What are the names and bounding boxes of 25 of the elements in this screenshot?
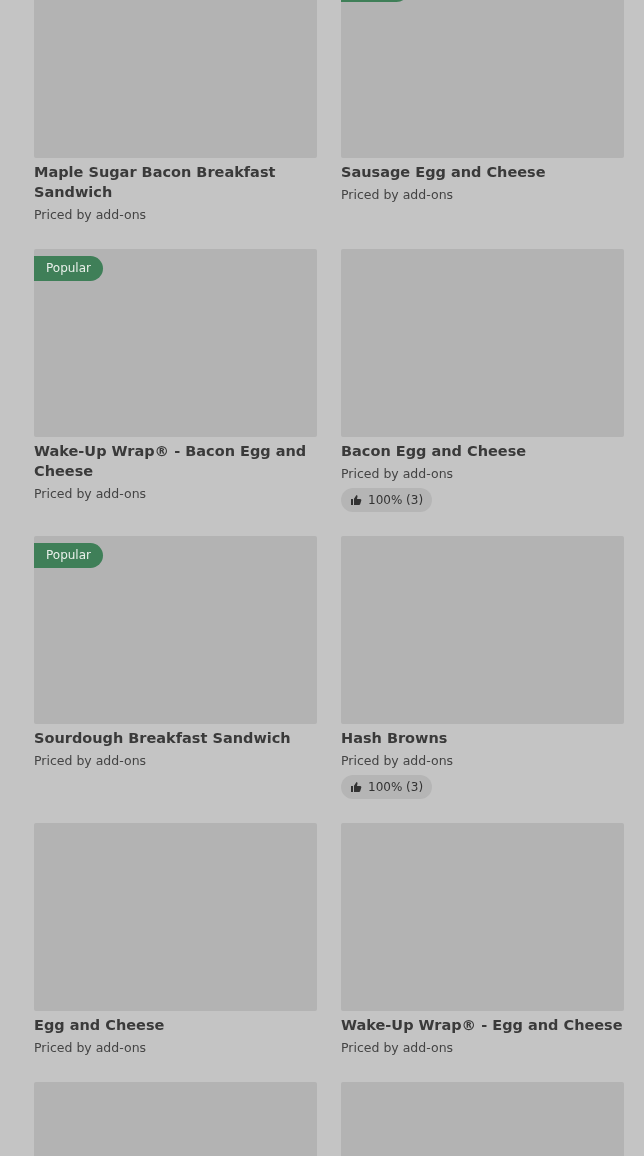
popular-badge: Popular xyxy=(34,256,103,281)
item-price: Priced by add-ons xyxy=(341,752,455,770)
image-placeholder[interactable] xyxy=(34,249,317,437)
item-price: Priced by add-ons xyxy=(341,186,455,204)
popular-badge: Popular xyxy=(34,543,103,568)
image-placeholder[interactable] xyxy=(34,536,317,724)
thumbs-up-icon xyxy=(350,494,362,506)
item-title[interactable]: Wake-Up Wrap® - Bacon Egg and Cheese xyxy=(34,441,317,481)
item-title[interactable]: Wake-Up Wrap® - Egg and Cheese xyxy=(341,1015,624,1035)
item-price: Priced by add-ons xyxy=(341,465,455,483)
item-title[interactable]: Egg and Cheese xyxy=(34,1015,317,1035)
item-title[interactable]: Hash Browns xyxy=(341,728,624,748)
item-price: Priced by add-ons xyxy=(34,752,148,770)
item-price: Priced by add-ons xyxy=(341,1039,455,1057)
thumbs-up-icon xyxy=(350,781,362,793)
item-title[interactable]: Sausage Egg and Cheese xyxy=(341,162,624,182)
image-placeholder[interactable] xyxy=(341,0,624,158)
item-title[interactable]: Sourdough Breakfast Sandwich xyxy=(34,728,317,748)
rating-badge: 100% (3) xyxy=(341,775,433,799)
item-title[interactable]: Maple Sugar Bacon Breakfast Sandwich xyxy=(34,162,317,202)
rating-badge: 100% (3) xyxy=(341,488,433,512)
item-price: Priced by add-ons xyxy=(34,1039,148,1057)
item-title[interactable]: Bacon Egg and Cheese xyxy=(341,441,624,461)
item-price: Priced by add-ons xyxy=(34,485,148,503)
item-price: Priced by add-ons xyxy=(34,206,148,224)
